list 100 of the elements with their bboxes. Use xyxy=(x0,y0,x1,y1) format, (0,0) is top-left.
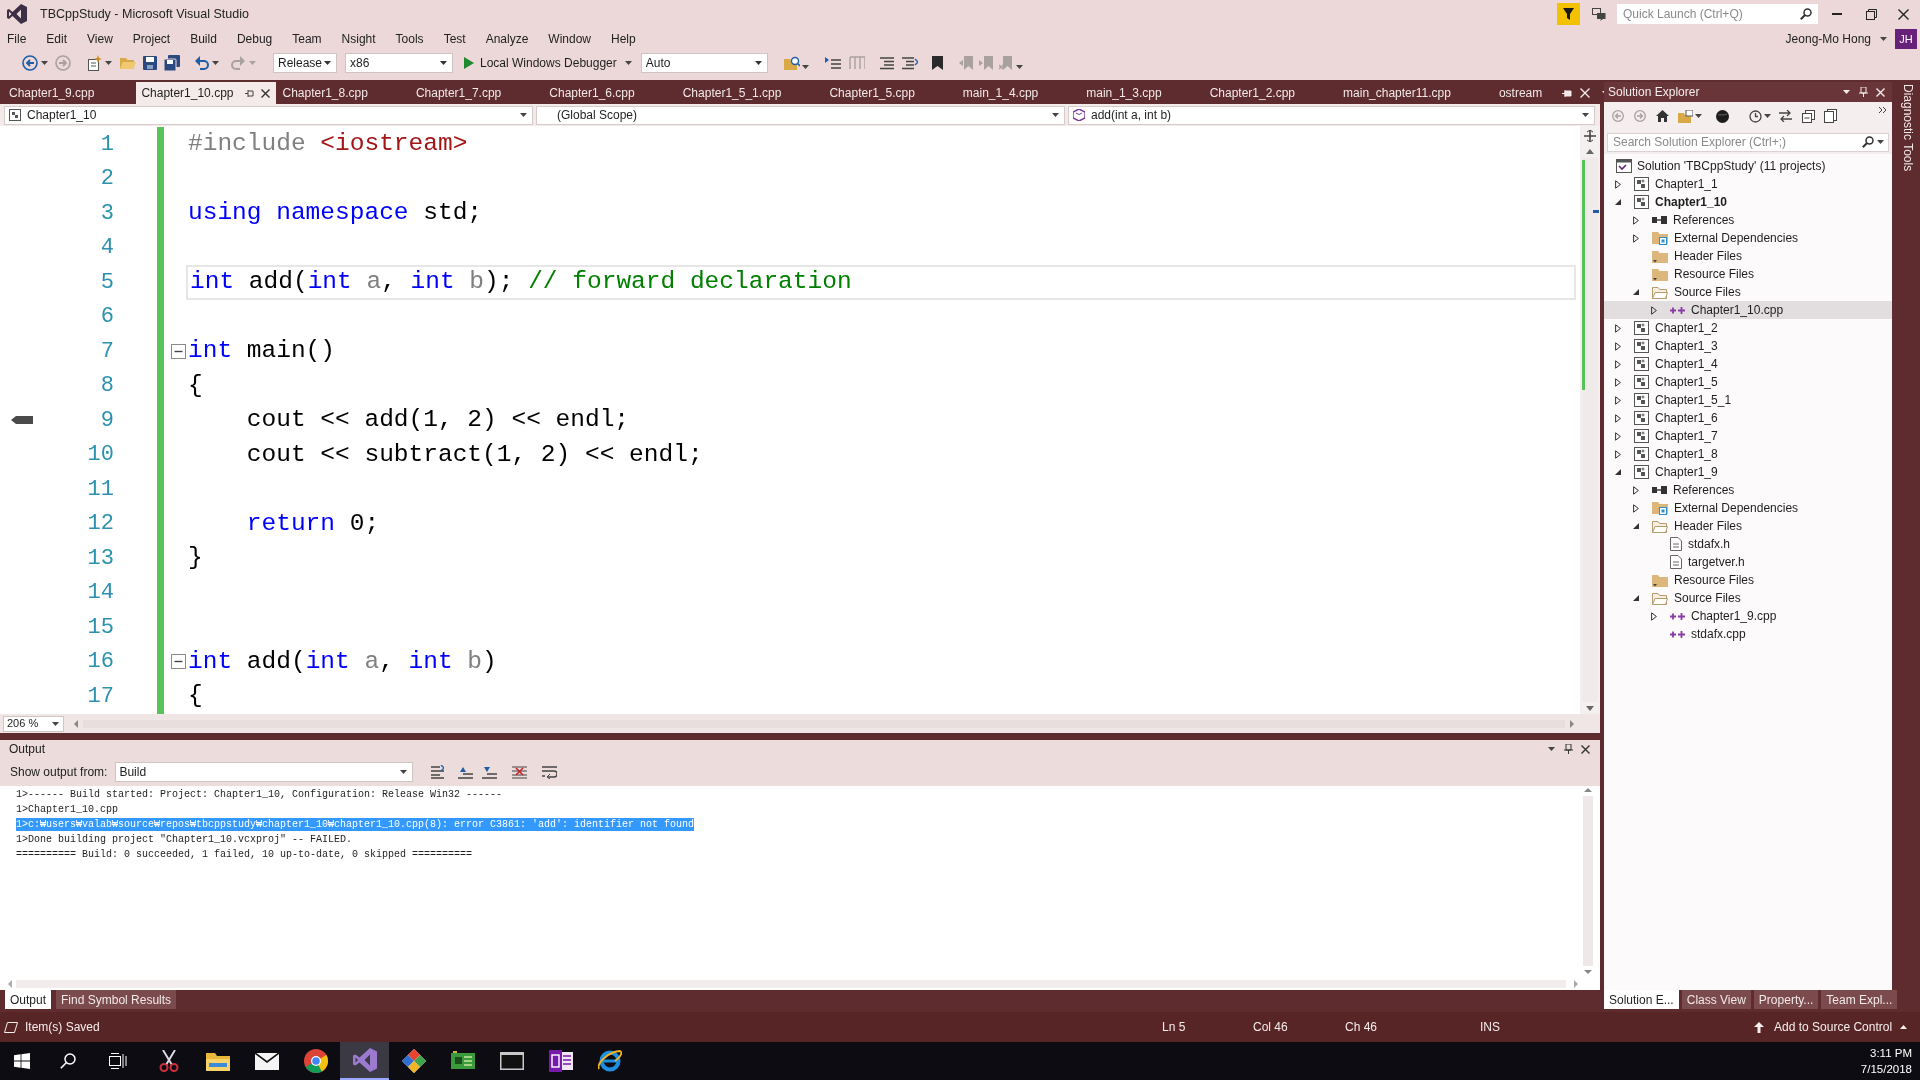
document-tab[interactable]: Chapter1_10.cpp xyxy=(136,82,277,104)
caret-icon[interactable] xyxy=(41,61,48,65)
project-dropdown[interactable]: Chapter1_10 xyxy=(4,105,533,125)
caret-icon[interactable] xyxy=(1052,113,1059,117)
clock-icon[interactable] xyxy=(1749,109,1762,123)
tree-item[interactable]: Chapter1_8 xyxy=(1604,445,1892,463)
collapsed-arrow-icon[interactable] xyxy=(1633,215,1639,225)
zoom-dropdown[interactable]: 206 % xyxy=(3,715,64,732)
caret-icon[interactable] xyxy=(1695,114,1702,118)
caret-icon[interactable] xyxy=(520,113,527,117)
list-pointer-icon[interactable] xyxy=(824,56,841,70)
tree-item[interactable]: Header Files xyxy=(1604,517,1892,535)
tree-item[interactable]: Chapter1_6 xyxy=(1604,409,1892,427)
tree-item[interactable]: External Dependencies xyxy=(1604,499,1892,517)
collapsed-arrow-icon[interactable] xyxy=(1633,233,1639,243)
search-icon[interactable] xyxy=(1800,8,1812,20)
caret-icon[interactable] xyxy=(754,61,762,65)
solution-mode-dropdown[interactable]: Auto xyxy=(640,53,768,73)
panel-tab[interactable]: Class View xyxy=(1681,990,1751,1009)
minimize-icon[interactable] xyxy=(1831,13,1842,15)
caret-icon[interactable] xyxy=(1900,1025,1908,1029)
caret-icon[interactable] xyxy=(1548,747,1555,751)
caret-icon[interactable] xyxy=(1880,37,1887,41)
document-tab[interactable]: main_chapter11.cpp xyxy=(1337,82,1493,104)
document-tab[interactable]: Chapter1_7.cpp xyxy=(409,82,544,104)
start-debugger-button[interactable]: Local Windows Debugger xyxy=(460,53,634,73)
expanded-arrow-icon[interactable] xyxy=(1615,199,1621,205)
sync-arrows-icon[interactable] xyxy=(1779,110,1792,122)
menu-item[interactable]: Test xyxy=(433,30,476,48)
collapse-all-icon[interactable] xyxy=(1802,109,1815,123)
collapsed-arrow-icon[interactable] xyxy=(1633,503,1639,513)
document-tab[interactable]: main_1_3.cpp xyxy=(1080,82,1204,104)
tree-item[interactable]: Chapter1_9.cpp xyxy=(1604,607,1892,625)
panel-tab[interactable]: Find Symbol Results xyxy=(56,990,177,1009)
folder-icon[interactable] xyxy=(205,1051,230,1071)
output-source-dropdown[interactable]: Build xyxy=(115,762,414,782)
collapsed-arrow-icon[interactable] xyxy=(1615,323,1621,333)
pin-icon[interactable] xyxy=(245,88,255,98)
document-tab[interactable]: Chapter1_8.cpp xyxy=(276,82,410,104)
home-icon[interactable] xyxy=(1656,110,1669,122)
collapsed-arrow-icon[interactable] xyxy=(1615,413,1621,423)
lines-arrow-icon[interactable] xyxy=(901,56,918,70)
caret-icon[interactable] xyxy=(440,61,447,65)
vertical-scrollbar[interactable] xyxy=(1582,786,1594,976)
close-icon[interactable] xyxy=(1898,8,1909,20)
add-to-source-control-button[interactable]: Add to Source Control xyxy=(1774,1018,1893,1036)
tree-item[interactable]: Source Files xyxy=(1604,589,1892,607)
tree-item[interactable]: Chapter1_2 xyxy=(1604,319,1892,337)
tree-item[interactable]: Chapter1_5_1 xyxy=(1604,391,1892,409)
search-icon[interactable] xyxy=(1862,136,1874,148)
collapsed-arrow-icon[interactable] xyxy=(1651,305,1657,315)
tree-item[interactable]: Chapter1_9 xyxy=(1604,463,1892,481)
save-all-icon[interactable] xyxy=(164,55,180,71)
tree-item[interactable]: External Dependencies xyxy=(1604,229,1892,247)
lines-arrow-icon[interactable] xyxy=(431,765,445,779)
menu-item[interactable]: View xyxy=(77,30,123,48)
collapsed-arrow-icon[interactable] xyxy=(1615,449,1621,459)
collapsed-arrow-icon[interactable] xyxy=(1615,431,1621,441)
notebook-icon[interactable] xyxy=(548,1050,573,1072)
document-tab[interactable]: Chapter1_9.cpp xyxy=(3,82,137,104)
panel-tab[interactable]: Output xyxy=(5,990,52,1009)
document-tab[interactable]: Chapter1_5_1.cpp xyxy=(676,82,824,104)
menu-item[interactable]: Debug xyxy=(226,30,283,48)
user-avatar[interactable]: JH xyxy=(1895,29,1917,49)
undo-icon[interactable] xyxy=(195,56,209,70)
terminal-window-icon[interactable] xyxy=(499,1052,524,1070)
menu-item[interactable]: Help xyxy=(601,30,646,48)
split-arrows-icon[interactable] xyxy=(1584,130,1596,142)
lines-cross-icon[interactable] xyxy=(512,765,528,779)
new-page-icon[interactable] xyxy=(86,55,102,71)
collapsed-arrow-icon[interactable] xyxy=(1615,395,1621,405)
member-dropdown[interactable]: add(int a, int b) xyxy=(1068,105,1595,125)
tree-item[interactable]: Chapter1_5 xyxy=(1604,373,1892,391)
tree-item[interactable]: Chapter1_10.cpp xyxy=(1604,301,1892,319)
restore-icon[interactable] xyxy=(1865,8,1877,20)
caret-icon[interactable] xyxy=(1015,65,1023,69)
caret-icon[interactable] xyxy=(1764,114,1771,118)
task-view-icon[interactable] xyxy=(109,1053,127,1069)
caret-icon[interactable] xyxy=(1582,113,1589,117)
collapsed-arrow-icon[interactable] xyxy=(1651,611,1657,621)
configuration-dropdown[interactable]: Release xyxy=(273,53,337,73)
funnel-icon[interactable] xyxy=(1557,3,1580,25)
tree-item[interactable]: stdafx.cpp xyxy=(1604,625,1892,643)
collapsed-arrow-icon[interactable] xyxy=(1615,359,1621,369)
panel-tab[interactable]: Property... xyxy=(1753,990,1819,1009)
pin-icon[interactable] xyxy=(1564,744,1573,754)
collapsed-arrow-icon[interactable] xyxy=(1615,179,1621,189)
caret-icon[interactable] xyxy=(324,61,331,65)
tree-item[interactable]: Chapter1_7 xyxy=(1604,427,1892,445)
menu-item[interactable]: Build xyxy=(180,30,227,48)
chat-bubbles-icon[interactable] xyxy=(1592,7,1606,21)
collapse-icon[interactable] xyxy=(171,343,186,359)
ide-logo-icon[interactable] xyxy=(352,1048,377,1072)
windows-start-icon[interactable] xyxy=(14,1053,30,1069)
panel-tab[interactable]: Solution E... xyxy=(1604,990,1679,1009)
close-icon[interactable] xyxy=(261,88,271,98)
tree-item[interactable]: Resource Files xyxy=(1604,571,1892,589)
caret-icon[interactable] xyxy=(52,721,59,726)
caret-icon[interactable] xyxy=(212,61,219,65)
document-tab[interactable]: Chapter1_5.cpp xyxy=(823,82,957,104)
